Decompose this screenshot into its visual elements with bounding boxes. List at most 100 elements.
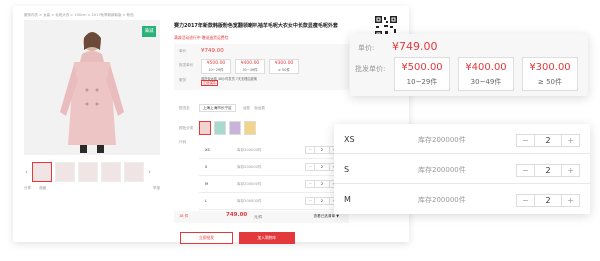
model-illustration — [24, 20, 160, 155]
size-name: M — [205, 182, 209, 186]
zoom-tier-price: ¥400.00 — [465, 62, 507, 73]
tier-item: ¥500.00 10~29件 — [201, 59, 231, 74]
service-label: 服务 — [179, 78, 187, 82]
product-main-image[interactable]: 满减 — [24, 20, 160, 155]
tier-price: ¥300.00 — [274, 61, 294, 66]
zoom-tier-list: ¥500.00 10~29件 ¥400.00 30~49件 ¥300.00 ≥ … — [394, 57, 578, 91]
size-name: XS — [205, 148, 210, 152]
service-tag: 正品保障 — [201, 80, 218, 86]
size-table: XS 库存200000件 − 2 + S 库存200000件 − 2 + M 库… — [199, 142, 343, 210]
zoom-quantity-stepper: − 2 + — [516, 194, 580, 207]
shipping-row: 配送至 上海上海市长宁区 运费 免运费 — [179, 104, 265, 112]
unit-price: ¥749.00 — [201, 48, 224, 54]
zoom-size-name: S — [344, 165, 350, 174]
zoom-tier-item: ¥300.00 ≥ 50件 — [522, 57, 578, 91]
thumbnail[interactable] — [78, 162, 98, 182]
price-unit: 元/件 — [254, 215, 263, 219]
plus-icon[interactable]: + — [562, 135, 579, 146]
tier-qty: ≥ 50件 — [278, 68, 290, 72]
zoom-quantity-input[interactable]: 2 — [533, 135, 563, 146]
thumbnail[interactable] — [124, 162, 144, 182]
zoom-size-name: XS — [344, 135, 355, 144]
plus-icon[interactable]: + — [562, 195, 579, 206]
size-row: XS 库存200000件 − 2 + — [199, 142, 343, 159]
quantity-input[interactable]: 2 — [314, 198, 330, 204]
zoom-size-stock: 库存200000件 — [418, 136, 466, 144]
size-row: S 库存200000件 − 2 + — [199, 159, 343, 176]
size-stock: 库存200000件 — [237, 199, 262, 203]
size-stock: 库存200000件 — [237, 148, 262, 152]
quantity-input[interactable]: 2 — [314, 164, 330, 170]
zoom-quantity-stepper: − 2 + — [516, 164, 580, 177]
price-label: 单价 — [179, 49, 187, 53]
zoom-quantity-input[interactable]: 2 — [533, 195, 563, 206]
zoom-size-row: S 库存200000件 − 2 + — [334, 156, 590, 184]
size-row: L 库存200000件 − 2 + — [199, 193, 343, 210]
thumbnail[interactable] — [55, 162, 75, 182]
product-title: 赛力2017年新款韩版粉色宽翻领喇叭袖羊毛呢大衣女中长款显瘦毛呢外套 — [174, 23, 338, 29]
view-selection-link[interactable]: 查看已选清单 ▼ — [314, 214, 339, 219]
zoom-size-stock: 库存200000件 — [418, 166, 466, 174]
zoom-price-panel: 单价: ¥749.00 批发单价: ¥500.00 10~29件 ¥400.00… — [350, 34, 588, 96]
minus-icon[interactable]: − — [306, 181, 314, 187]
quantity-input[interactable]: 2 — [314, 147, 330, 153]
location-select[interactable]: 上海上海市长宁区 — [198, 104, 236, 112]
color-swatch[interactable] — [229, 121, 241, 135]
promo-badge: 满减 — [142, 26, 156, 37]
quantity-input[interactable]: 2 — [314, 181, 330, 187]
share-link[interactable]: 分享 — [24, 186, 31, 191]
zoom-size-panel: XS 库存200000件 − 2 + S 库存200000件 − 2 + M 库… — [334, 124, 590, 214]
chevron-left-icon[interactable]: ‹ — [24, 168, 29, 176]
selected-count: 18 件 — [179, 214, 189, 218]
breadcrumb[interactable]: 服饰内衣 > 女装 > 毛呢大衣 > 100cm > 2017秋季新款韩版 > … — [24, 13, 134, 18]
minus-icon[interactable]: − — [517, 135, 534, 146]
tiers-label: 批发单价 — [179, 63, 194, 67]
shipping-fee-label: 运费 — [242, 106, 251, 110]
plus-icon[interactable]: + — [562, 165, 579, 176]
minus-icon[interactable]: − — [517, 195, 534, 206]
favorite-link[interactable]: 收藏 — [39, 186, 46, 191]
total-price: 749.00 — [226, 212, 248, 218]
thumbnail[interactable] — [32, 162, 52, 182]
size-name: S — [205, 165, 208, 169]
color-swatch[interactable] — [199, 121, 211, 135]
tier-item: ¥300.00 ≥ 50件 — [269, 59, 299, 74]
tier-price: ¥500.00 — [206, 61, 226, 66]
size-stock: 库存200000件 — [237, 182, 262, 186]
color-swatch[interactable] — [214, 121, 226, 135]
thumbnail-strip: ‹ › — [24, 162, 160, 182]
zoom-tier-qty: 10~29件 — [406, 78, 438, 86]
thumbnail[interactable] — [101, 162, 121, 182]
minus-icon[interactable]: − — [306, 198, 314, 204]
add-to-cart-button[interactable]: 加入购物车 — [239, 232, 295, 244]
wholesale-button[interactable]: 立即批发 — [180, 232, 233, 244]
tier-list: ¥500.00 10~29件 ¥400.00 30~49件 ¥300.00 ≥ … — [201, 59, 299, 74]
zoom-tier-price: ¥300.00 — [529, 62, 571, 73]
tier-price: ¥400.00 — [240, 61, 260, 66]
minus-icon[interactable]: − — [306, 164, 314, 170]
zoom-size-row: M 库存200000件 − 2 + — [334, 186, 590, 214]
zoom-quantity-stepper: − 2 + — [516, 134, 580, 147]
tier-qty: 30~49件 — [242, 68, 258, 72]
image-actions: 分享 收藏 举报 — [24, 186, 160, 191]
size-row: M 库存200000件 − 2 + — [199, 176, 343, 193]
shipping-label: 配送至 — [179, 106, 190, 110]
zoom-tier-item: ¥500.00 10~29件 — [394, 57, 450, 91]
color-swatch[interactable] — [244, 121, 256, 135]
zoom-tier-qty: 30~49件 — [470, 78, 502, 86]
tier-item: ¥400.00 30~49件 — [235, 59, 265, 74]
zoom-quantity-input[interactable]: 2 — [533, 165, 563, 176]
minus-icon[interactable]: − — [517, 165, 534, 176]
price-box: 单价 ¥749.00 批发单价 ¥500.00 10~29件 ¥400.00 3… — [174, 44, 349, 90]
zoom-size-row: XS 库存200000件 − 2 + — [334, 126, 590, 154]
zoom-tier-price: ¥500.00 — [401, 62, 443, 73]
size-label: 尺码 — [179, 140, 187, 144]
color-swatches — [199, 121, 256, 135]
minus-icon[interactable]: − — [306, 147, 314, 153]
zoom-size-stock: 库存200000件 — [418, 196, 466, 204]
zoom-price-label: 单价: — [358, 44, 375, 52]
color-label: 颜色分类 — [179, 126, 194, 130]
order-summary: 18 件 749.00 元/件 查看已选清单 ▼ — [174, 211, 349, 223]
chevron-right-icon[interactable]: › — [147, 168, 152, 176]
report-link[interactable]: 举报 — [153, 186, 160, 191]
